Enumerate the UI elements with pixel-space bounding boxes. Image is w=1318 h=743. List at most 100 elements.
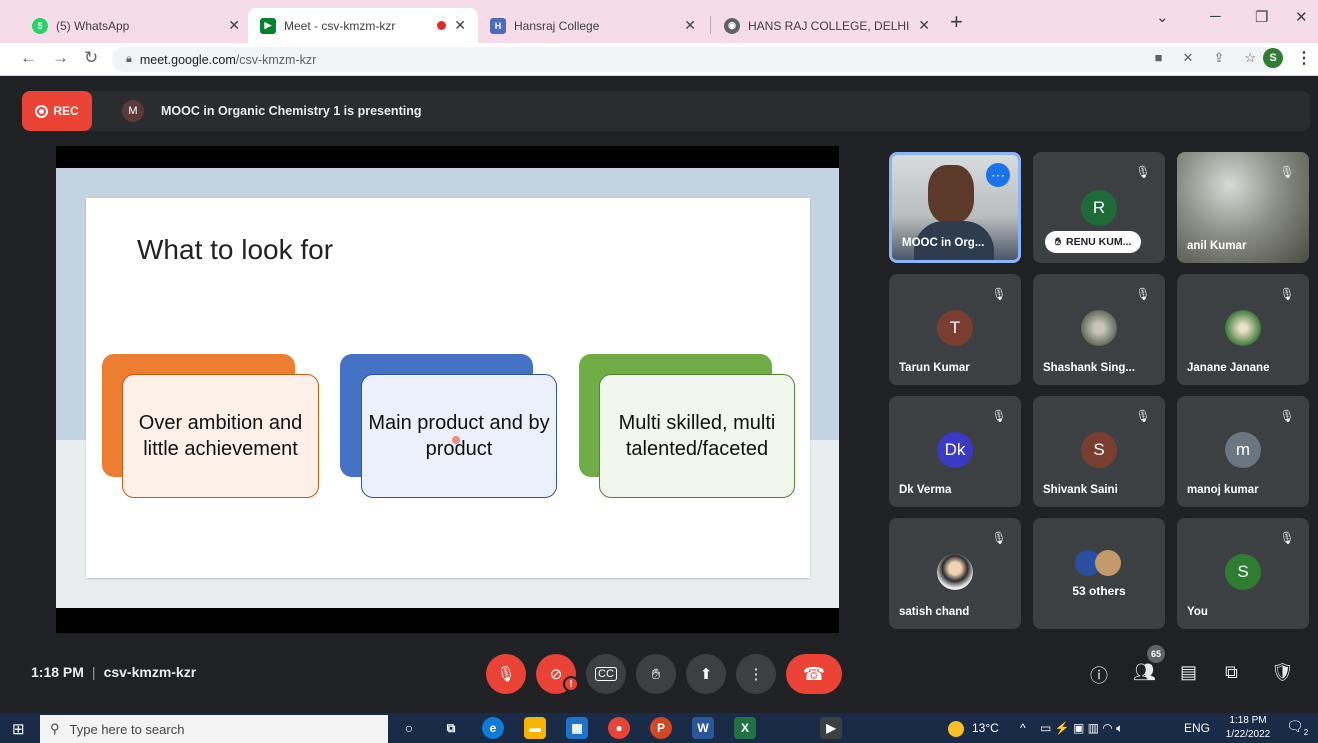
- recording-indicator[interactable]: REC: [22, 91, 92, 131]
- raised-hand-badge: ✋︎ RENU KUM...: [1045, 231, 1142, 253]
- participant-tile-dk-verma[interactable]: 🎙︎ Dk Dk Verma: [889, 396, 1021, 507]
- meet-icon: ▶: [260, 17, 276, 34]
- chat-icon[interactable]: ▤: [1180, 662, 1197, 683]
- back-icon[interactable]: ←: [20, 48, 37, 68]
- slide-box-text: Over ambition and little achievement: [138, 412, 303, 460]
- recording-dot-icon: [437, 21, 447, 30]
- mic-off-icon: 🎙︎: [1279, 409, 1295, 423]
- notification-blocked-icon[interactable]: ✕: [1183, 50, 1194, 66]
- notification-center-icon[interactable]: 🗨︎2: [1286, 718, 1308, 737]
- minimize-icon[interactable]: ─: [1210, 8, 1221, 25]
- activities-icon[interactable]: ⧉: [1225, 662, 1238, 683]
- language-indicator[interactable]: ENG: [1184, 721, 1210, 735]
- store-icon[interactable]: ▦: [566, 717, 588, 739]
- raise-hand-button[interactable]: ✋︎: [636, 654, 676, 694]
- participant-tile-renu[interactable]: 🎙︎ R ✋︎ RENU KUM...: [1033, 152, 1165, 263]
- present-now-button[interactable]: ⬆: [686, 654, 726, 694]
- camera-off-icon: ⊘: [549, 666, 563, 683]
- file-explorer-icon[interactable]: ▬: [524, 717, 546, 739]
- presenting-text: MOOC in Organic Chemistry 1 is presentin…: [161, 104, 422, 118]
- participant-tile-others[interactable]: 53 others: [1033, 518, 1165, 629]
- others-count: 53 others: [1072, 584, 1126, 598]
- more-options-button[interactable]: ⋮: [736, 654, 776, 694]
- participant-tile-shivank[interactable]: 🎙︎ S Shivank Saini: [1033, 396, 1165, 507]
- browser-menu-icon[interactable]: ⋮: [1296, 48, 1312, 68]
- avatar: m: [1225, 432, 1261, 468]
- edge-icon[interactable]: e: [482, 717, 504, 739]
- participant-name: You: [1187, 606, 1208, 618]
- hand-icon: ✋︎: [651, 665, 661, 683]
- meet-taskbar-icon[interactable]: ▶: [820, 717, 842, 739]
- rec-label: REC: [53, 104, 79, 118]
- participant-name: anil Kumar: [1187, 240, 1247, 252]
- tray-chevron-icon[interactable]: ^: [1020, 721, 1026, 735]
- address-bar-icons: ■ ✕ ⇪ ☆: [1155, 50, 1256, 66]
- chrome-icon[interactable]: ●: [608, 717, 630, 739]
- restore-icon[interactable]: ❐: [1255, 8, 1268, 26]
- url-path: /csv-kmzm-kzr: [235, 52, 317, 67]
- participant-tile-you[interactable]: 🎙︎ S You: [1177, 518, 1309, 629]
- participant-tile-tarun[interactable]: 🎙︎ T Tarun Kumar: [889, 274, 1021, 385]
- captions-button[interactable]: CC: [586, 654, 626, 694]
- forward-icon[interactable]: →: [52, 48, 69, 68]
- share-icon[interactable]: ⇪: [1213, 50, 1224, 66]
- participant-tile-janane[interactable]: 🎙︎ Janane Janane: [1177, 274, 1309, 385]
- participant-tile-manoj[interactable]: 🎙︎ m manoj kumar: [1177, 396, 1309, 507]
- system-tray-icons[interactable]: ▭ ⚡ ▣ ▥ ◠ 🔈︎: [1040, 721, 1123, 736]
- taskbar-search-box[interactable]: ⚲ Type here to search: [40, 715, 388, 743]
- close-icon[interactable]: ✕: [918, 17, 930, 34]
- taskbar-clock[interactable]: 1:18 PM 1/22/2022: [1218, 714, 1278, 742]
- meeting-info-icon[interactable]: ⓘ: [1090, 662, 1108, 688]
- participant-tile-anil[interactable]: 🎙︎ anil Kumar: [1177, 152, 1309, 263]
- temperature: 13°C: [972, 721, 999, 735]
- new-tab-button[interactable]: +: [950, 8, 963, 36]
- profile-avatar[interactable]: S: [1263, 48, 1283, 68]
- task-view-icon[interactable]: ⧉: [440, 717, 462, 739]
- tab-whatsapp[interactable]: 5 (5) WhatsApp ✕: [20, 8, 252, 43]
- url-host: meet.google.com: [139, 52, 236, 67]
- weather-icon[interactable]: [948, 721, 964, 737]
- window-close-icon[interactable]: ✕: [1295, 8, 1308, 26]
- tab-meet[interactable]: ▶ Meet - csv-kmzm-kzr ✕: [248, 8, 478, 43]
- mic-off-icon: 🎙︎: [991, 531, 1007, 545]
- avatar-photo: [1225, 310, 1261, 346]
- leave-call-button[interactable]: ☎︎: [786, 654, 842, 694]
- mic-off-icon: 🎙︎: [496, 666, 516, 683]
- close-icon[interactable]: ✕: [684, 17, 696, 34]
- more-options-icon[interactable]: ⋯: [986, 163, 1010, 187]
- camera-alert-badge: !: [563, 676, 579, 692]
- present-icon: ⬆: [699, 666, 713, 683]
- mic-off-icon: 🎙︎: [991, 287, 1007, 301]
- cortana-icon[interactable]: ○: [398, 717, 420, 739]
- camera-in-use-icon[interactable]: ■: [1155, 50, 1163, 66]
- participant-tile-shashank[interactable]: 🎙︎ Shashank Sing...: [1033, 274, 1165, 385]
- participant-tile-satish[interactable]: 🎙︎ satish chand: [889, 518, 1021, 629]
- people-icon[interactable]: 👥︎: [1133, 662, 1156, 683]
- presenter-avatar: M: [122, 100, 144, 122]
- meeting-details: 1:18 PM | csv-kmzm-kzr: [31, 664, 196, 680]
- powerpoint-icon[interactable]: P: [650, 717, 672, 739]
- microphone-toggle[interactable]: 🎙︎: [486, 654, 526, 694]
- excel-icon[interactable]: X: [734, 717, 756, 739]
- word-icon[interactable]: W: [692, 717, 714, 739]
- tab-separator: [710, 16, 711, 34]
- avatar: S: [1225, 554, 1261, 590]
- participant-name: Tarun Kumar: [899, 362, 970, 374]
- tab-hansraj-delhi[interactable]: ◉ HANS RAJ COLLEGE, DELHI – 110 ✕: [712, 8, 942, 43]
- windows-start-icon[interactable]: ⊞: [12, 720, 25, 738]
- close-icon[interactable]: ✕: [454, 17, 466, 34]
- tab-search-icon[interactable]: ⌄: [1156, 8, 1169, 26]
- browser-tab-strip: 5 (5) WhatsApp ✕ ▶ Meet - csv-kmzm-kzr ✕…: [0, 0, 1318, 43]
- tab-title: Hansraj College: [514, 18, 600, 33]
- notification-count: 2: [1303, 727, 1309, 737]
- address-bar[interactable]: 🔒︎ meet.google.com/csv-kmzm-kzr: [112, 47, 1282, 72]
- lock-icon: 🔒︎: [126, 53, 132, 65]
- mic-off-icon: 🎙︎: [1279, 165, 1295, 179]
- bookmark-star-icon[interactable]: ☆: [1244, 50, 1256, 66]
- participant-tile-presenter[interactable]: ⋯ MOOC in Org...: [889, 152, 1021, 263]
- reload-icon[interactable]: ↻: [84, 48, 98, 68]
- mic-off-icon: 🎙︎: [1135, 409, 1151, 423]
- tab-hansraj[interactable]: H Hansraj College ✕: [478, 8, 708, 43]
- close-icon[interactable]: ✕: [228, 17, 240, 34]
- host-controls-icon[interactable]: 🛡︎: [1271, 662, 1294, 683]
